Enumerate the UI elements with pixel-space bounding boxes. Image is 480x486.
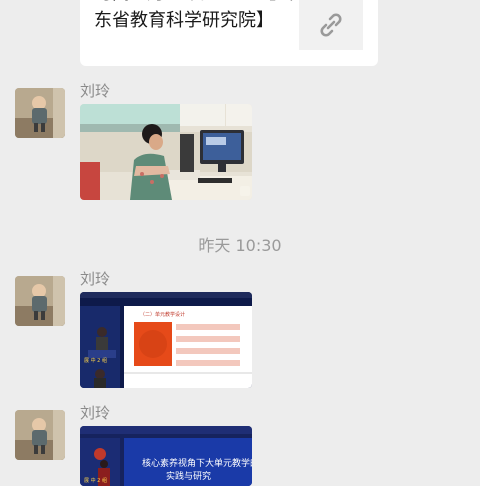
- slide-title-line1: 核心素养视角下大单元教学的: [142, 457, 252, 469]
- image-message-photo[interactable]: [80, 104, 252, 200]
- slide-title-line2: 实践与研究: [166, 470, 211, 482]
- avatar[interactable]: [15, 276, 65, 326]
- link-icon: [320, 13, 342, 37]
- image-message-screenshot[interactable]: 展 中 2 组 （二）单元教学设计: [80, 292, 252, 388]
- avatar[interactable]: [15, 88, 65, 138]
- sender-name: 刘玲: [80, 270, 111, 288]
- link-card-title: 时间 7月18日08:30【山 东省教育科学研究院】: [94, 0, 294, 31]
- avatar[interactable]: [15, 410, 65, 460]
- image-message-screenshot[interactable]: 展 中 2 组 核心素养视角下大单元教学的 实践与研究: [80, 426, 252, 486]
- slide-presenter-label: 展 中 2 组: [84, 357, 107, 364]
- slide-section-heading: （二）单元教学设计: [140, 311, 185, 318]
- sender-name: 刘玲: [80, 82, 111, 100]
- chat-timestamp: 昨天 10:30: [198, 236, 282, 255]
- link-message-card[interactable]: 时间 7月18日08:30【山 东省教育科学研究院】: [80, 0, 378, 66]
- slide-presenter-label: 展 中 2 组: [84, 477, 107, 484]
- sender-name: 刘玲: [80, 404, 111, 422]
- link-thumbnail: [299, 0, 363, 50]
